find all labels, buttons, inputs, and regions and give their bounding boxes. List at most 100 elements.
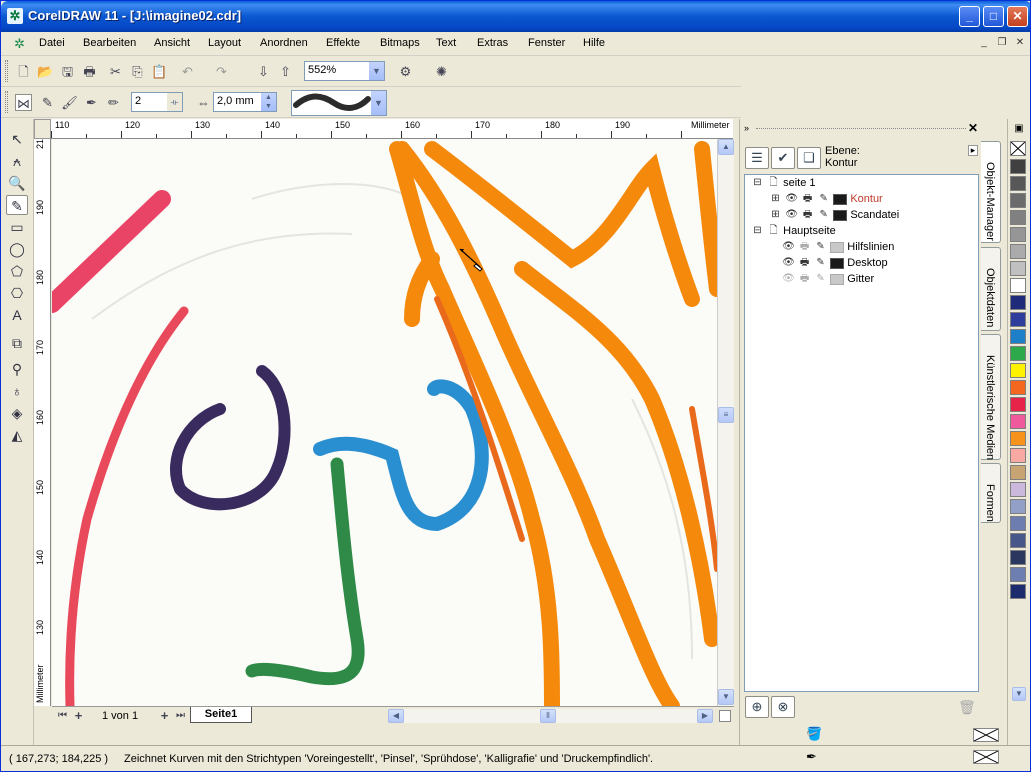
page-tab-seite1[interactable]: Seite1 (190, 707, 252, 723)
palette-scroll-down-icon[interactable]: ▼ (1012, 687, 1026, 701)
menu-anordnen[interactable]: Anordnen (260, 37, 308, 49)
docker-close-icon[interactable]: ✕ (968, 121, 978, 135)
interactive-blend-tool-icon[interactable]: ⧉ (6, 333, 28, 353)
doc-restore-button[interactable]: ❐ (994, 36, 1010, 50)
sprayer-icon[interactable]: 🖌 (61, 94, 78, 111)
expand-icon[interactable]: ⊞ (769, 209, 782, 221)
h-scroll-thumb[interactable]: ⦀ (540, 709, 556, 723)
palette-swatch[interactable] (1010, 363, 1026, 378)
palette-swatch[interactable] (1010, 295, 1026, 310)
layer-manager-view-icon[interactable]: ❏ (797, 147, 821, 169)
palette-swatch[interactable] (1010, 261, 1026, 276)
horizontal-scrollbar[interactable]: ◀ ⦀ ▶ (388, 709, 713, 723)
palette-swatch[interactable] (1010, 482, 1026, 497)
eye-icon[interactable]: 👁 (782, 241, 795, 253)
menu-extras[interactable]: Extras (477, 37, 508, 49)
palette-swatch[interactable] (1010, 193, 1026, 208)
palette-swatch[interactable] (1010, 499, 1026, 514)
toolbar-grip[interactable] (5, 60, 8, 82)
menu-hilfe[interactable]: Hilfe (583, 37, 605, 49)
new-document-icon[interactable]: 🗋 (15, 63, 32, 80)
interactive-fill-tool-icon[interactable]: ◭ (6, 425, 28, 445)
redo-icon[interactable]: ↷ (213, 63, 230, 80)
copy-icon[interactable]: ⎘ (129, 63, 146, 80)
fill-color-indicator[interactable] (973, 728, 999, 742)
palette-swatch[interactable] (1010, 550, 1026, 565)
palette-swatch[interactable] (1010, 227, 1026, 242)
delete-icon[interactable]: 🗑 (958, 699, 976, 716)
tab-objekt-manager[interactable]: Objekt-Manager (981, 141, 1001, 243)
tree-item-layer[interactable]: 👁 🖶 ✎ Gitter (782, 273, 874, 289)
palette-swatch[interactable] (1010, 584, 1026, 599)
menu-fenster[interactable]: Fenster (528, 37, 565, 49)
palette-menu-icon[interactable]: ▣ (1011, 123, 1027, 137)
application-launcher-icon[interactable]: ⚙ (397, 63, 414, 80)
brush-icon[interactable]: ✎ (39, 94, 56, 111)
pick-tool-icon[interactable]: ↖ (6, 129, 28, 149)
palette-swatch[interactable] (1010, 278, 1026, 293)
palette-swatch[interactable] (1010, 244, 1026, 259)
eye-icon[interactable]: 👁 (785, 209, 798, 221)
add-page-before-icon[interactable]: + (70, 707, 87, 724)
eye-icon[interactable]: 👁 (782, 257, 795, 269)
new-layer-icon[interactable]: ⊕ (745, 696, 769, 718)
palette-swatch[interactable] (1010, 380, 1026, 395)
tab-objektdaten[interactable]: Objektdaten (981, 247, 1001, 331)
palette-swatch[interactable] (1010, 312, 1026, 327)
smoothing-field[interactable]: 2 ⟛ (131, 92, 183, 112)
palette-swatch[interactable] (1010, 329, 1026, 344)
palette-swatch[interactable] (1010, 516, 1026, 531)
menu-bearbeiten[interactable]: Bearbeiten (83, 37, 136, 49)
collapse-icon[interactable]: ⊟ (751, 225, 764, 237)
text-tool-icon[interactable]: A (6, 305, 28, 325)
palette-swatch[interactable] (1010, 533, 1026, 548)
docker-grip[interactable] (756, 128, 966, 129)
vertical-ruler[interactable]: 21 190 180 170 160 150 140 130 Millimete… (34, 139, 51, 706)
fill-bucket-icon[interactable]: 🪣 (806, 726, 822, 742)
printer-icon[interactable]: 🖶 (798, 257, 811, 269)
tree-item-page[interactable]: ⊟ 🗋 Hauptseite (751, 225, 835, 241)
close-button[interactable]: ✕ (1007, 6, 1028, 27)
palette-swatch[interactable] (1010, 448, 1026, 463)
toolbar-grip[interactable] (5, 91, 8, 113)
add-page-after-icon[interactable]: + (156, 707, 173, 724)
view-navigator-button[interactable] (719, 710, 731, 722)
rectangle-tool-icon[interactable]: ▭ (6, 217, 28, 237)
calligraphic-icon[interactable]: ✒ (83, 94, 100, 111)
show-properties-icon[interactable]: ☰ (745, 147, 769, 169)
outline-pen-icon[interactable]: ✒ (806, 749, 817, 765)
preset-stroke-icon[interactable]: ⋈ (15, 94, 32, 111)
palette-swatch[interactable] (1010, 567, 1026, 582)
scroll-thumb[interactable]: ≡ (718, 407, 734, 423)
eye-icon[interactable]: 👁 (782, 273, 795, 285)
artistic-media-tool-icon[interactable]: ✎ (6, 195, 28, 215)
import-icon[interactable]: ⇩ (255, 63, 272, 80)
stroke-eye-left[interactable] (170, 365, 291, 511)
palette-swatch[interactable] (1010, 431, 1026, 446)
eyedropper-tool-icon[interactable]: ⚲ (6, 359, 28, 379)
docker-menu-icon[interactable]: ▸ (968, 145, 978, 156)
outline-color-indicator[interactable] (973, 750, 999, 764)
chevron-down-icon[interactable]: ▼ (369, 62, 384, 80)
layer-color-swatch[interactable] (830, 273, 845, 285)
docker-expand-icon[interactable]: » (744, 123, 749, 133)
undo-icon[interactable]: ↶ (179, 63, 196, 80)
new-master-layer-icon[interactable]: ⊗ (771, 696, 795, 718)
tree-item-layer[interactable]: 👁 🖶 ✎ Hilfslinien (782, 241, 894, 257)
stroke-face-outline[interactable] (65, 306, 189, 706)
print-icon[interactable]: 🖶 (81, 63, 98, 80)
tree-item-layer[interactable]: ⊞ 👁 🖶 ✎ Scandatei (769, 209, 899, 225)
outline-tool-icon[interactable]: ♁ (6, 381, 28, 401)
scroll-up-button[interactable]: ▲ (718, 139, 734, 155)
edit-across-layers-icon[interactable]: ✔ (771, 147, 795, 169)
menu-effekte[interactable]: Effekte (326, 37, 360, 49)
palette-swatch[interactable] (1010, 159, 1026, 174)
pencil-icon[interactable]: ✎ (817, 193, 830, 205)
chevron-down-icon[interactable]: ▼ (371, 91, 386, 115)
export-icon[interactable]: ⇧ (277, 63, 294, 80)
first-page-icon[interactable]: ⏮ (54, 707, 71, 724)
palette-swatch[interactable] (1010, 414, 1026, 429)
cut-icon[interactable]: ✂ (107, 63, 124, 80)
zoom-tool-icon[interactable]: 🔍 (6, 173, 28, 193)
layer-color-swatch[interactable] (833, 209, 848, 221)
